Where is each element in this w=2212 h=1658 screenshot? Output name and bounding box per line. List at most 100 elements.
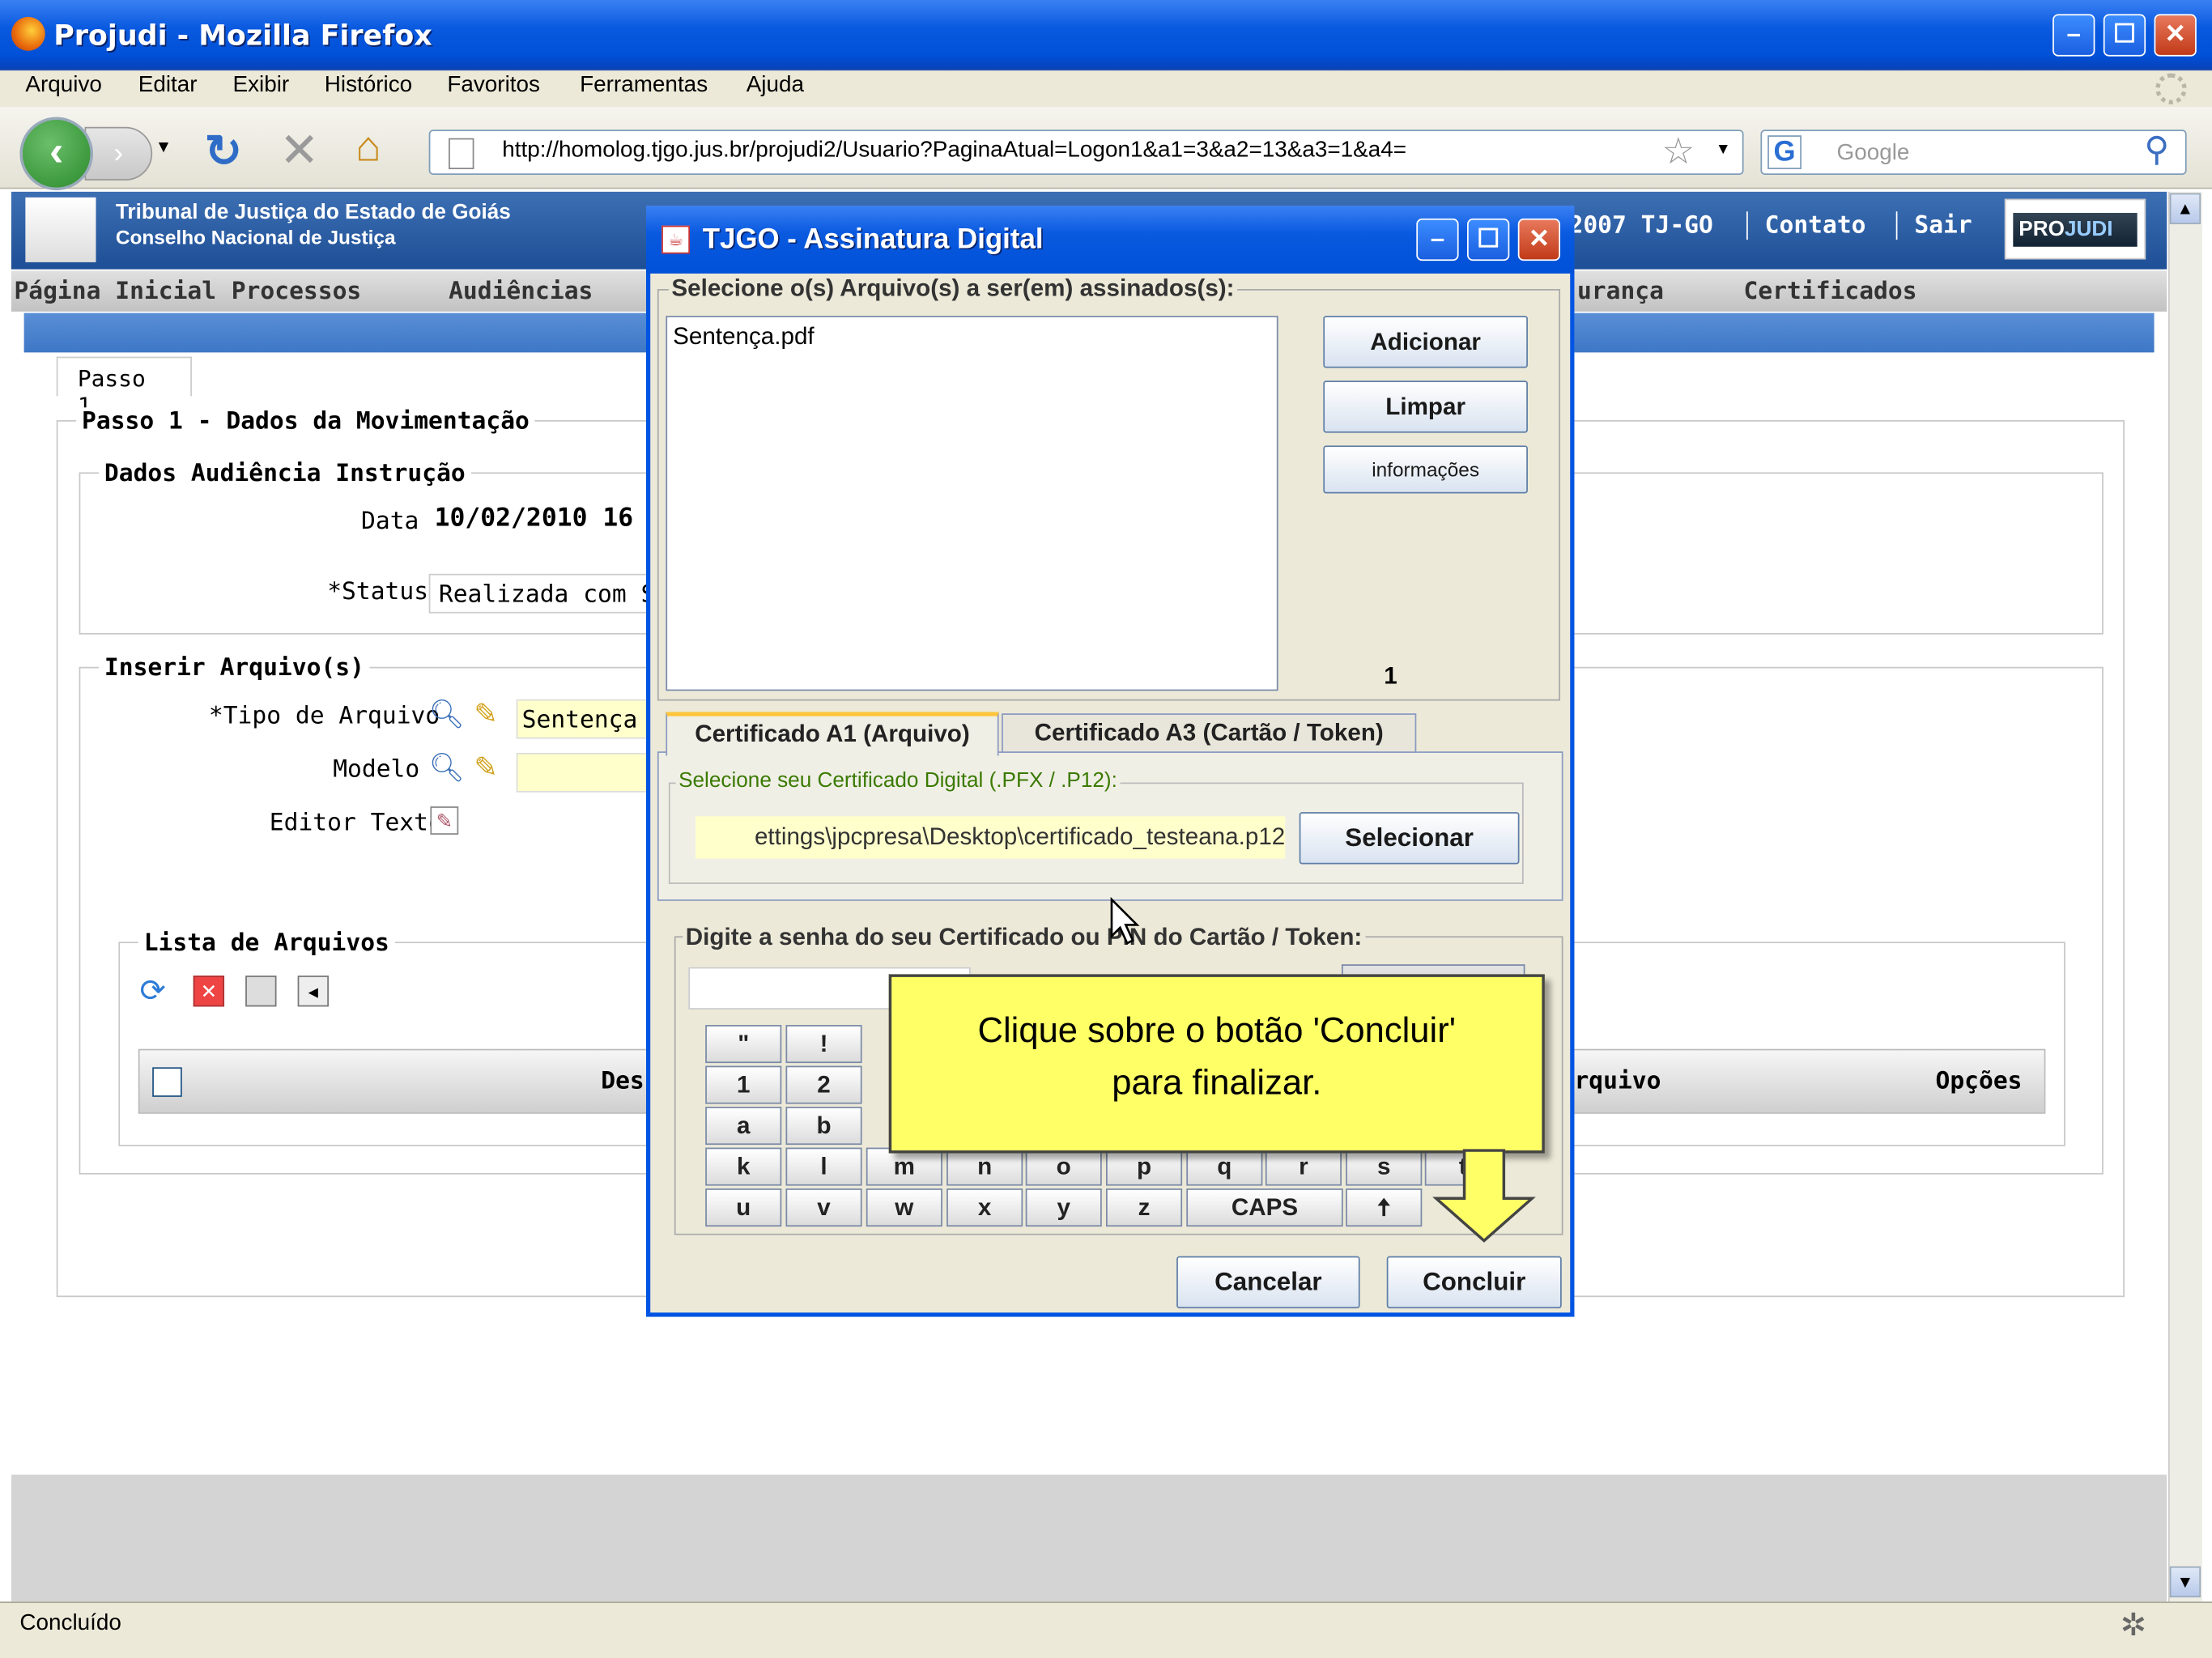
shift-key[interactable]: 🠅 xyxy=(1346,1188,1423,1227)
key[interactable]: a xyxy=(705,1107,782,1146)
key[interactable]: l xyxy=(785,1147,862,1186)
data-label: Data xyxy=(361,507,419,536)
search-input[interactable] xyxy=(1760,130,2187,175)
close-icon[interactable]: ✕ xyxy=(2154,14,2197,57)
menu-ajuda[interactable]: Ajuda xyxy=(747,74,804,99)
copyright: 2007 TJ-GO xyxy=(1568,211,1713,240)
tooltip-arrow-icon xyxy=(1432,1149,1536,1243)
modelo-input[interactable] xyxy=(516,752,652,793)
scroll-up-icon[interactable]: ▲ xyxy=(2169,193,2201,224)
key[interactable]: q xyxy=(1186,1147,1263,1186)
passo-legend: Passo 1 - Dados da Movimentação xyxy=(76,407,535,436)
nav-seguranca[interactable]: urança xyxy=(1577,278,1664,306)
tipo-input[interactable]: Sentença xyxy=(516,699,652,739)
refresh-icon[interactable]: ⟳ xyxy=(139,973,165,1010)
key[interactable]: n xyxy=(946,1147,1023,1186)
modelo-label: Modelo xyxy=(333,755,420,784)
reload-icon[interactable]: ↻ xyxy=(205,124,243,177)
key[interactable]: z xyxy=(1106,1188,1183,1227)
back-button[interactable]: ‹ xyxy=(19,117,93,191)
nav-processos[interactable]: Processos xyxy=(232,278,362,306)
tab-certificado-a1[interactable]: Certificado A1 (Arquivo) xyxy=(666,712,999,756)
delete-icon[interactable]: ✕ xyxy=(193,976,225,1007)
key[interactable]: b xyxy=(785,1107,862,1146)
page-icon xyxy=(449,138,474,169)
files-list[interactable] xyxy=(666,316,1278,691)
key[interactable]: 2 xyxy=(785,1065,862,1104)
menu-arquivo[interactable]: Arquivo xyxy=(25,74,102,99)
url-dropdown-icon[interactable]: ▼ xyxy=(1716,141,1731,158)
conselho-name: Conselho Nacional de Justiça xyxy=(115,225,396,249)
tab-certificado-a3[interactable]: Certificado A3 (Cartão / Token) xyxy=(1002,713,1417,753)
menu-historico[interactable]: Histórico xyxy=(325,74,412,99)
firefox-icon xyxy=(11,16,45,51)
concluir-button[interactable]: Concluir xyxy=(1386,1256,1562,1309)
search-icon[interactable]: 🔍︎ xyxy=(429,750,465,785)
dialog-close-icon[interactable]: ✕ xyxy=(1517,218,1561,261)
menu-ferramentas[interactable]: Ferramentas xyxy=(580,74,708,99)
status-select[interactable]: Realizada com Se xyxy=(428,573,655,614)
dialog-minimize-icon[interactable]: – xyxy=(1416,218,1459,261)
bookmark-star-icon[interactable]: ☆ xyxy=(1661,130,1695,173)
select-all-checkbox[interactable] xyxy=(152,1067,182,1097)
minimize-icon[interactable]: – xyxy=(2052,14,2095,57)
key[interactable]: v xyxy=(785,1188,862,1227)
selecionar-button[interactable]: Selecionar xyxy=(1299,812,1520,865)
insert-icon[interactable]: ◂ xyxy=(297,976,329,1007)
editor-label: Editor Texto xyxy=(269,809,443,838)
logo-pro: PRO xyxy=(2018,217,2065,241)
nav-audiencias[interactable]: Audiências xyxy=(449,278,593,306)
broom-icon[interactable]: ✎ xyxy=(474,696,497,732)
search-icon[interactable]: ⚲ xyxy=(2144,130,2169,171)
dialog-title: TJGO - Assinatura Digital xyxy=(702,223,1044,256)
caps-key[interactable]: CAPS xyxy=(1186,1188,1343,1227)
key[interactable]: o xyxy=(1025,1147,1102,1186)
key[interactable]: k xyxy=(705,1147,782,1186)
contato-link[interactable]: Contato xyxy=(1746,211,1866,240)
google-engine-icon[interactable]: G xyxy=(1767,135,1802,169)
logo-judi: JUDI xyxy=(2064,217,2113,241)
maximize-icon[interactable]: ☐ xyxy=(2103,14,2146,57)
home-icon[interactable]: ⌂ xyxy=(355,124,381,172)
edit-icon[interactable]: ✎ xyxy=(430,806,459,835)
certificate-path-input[interactable]: ettings\jpcpresa\Desktop\certificado_tes… xyxy=(695,816,1286,859)
search-placeholder: Google xyxy=(1836,141,1910,165)
key[interactable]: 1 xyxy=(705,1065,782,1104)
key[interactable]: m xyxy=(866,1147,942,1186)
tab-passo-1[interactable]: Passo 1 xyxy=(56,356,192,419)
key[interactable]: ! xyxy=(785,1025,862,1064)
key[interactable]: y xyxy=(1025,1188,1102,1227)
nav-pagina-inicial[interactable]: Página Inicial xyxy=(14,278,216,306)
search-icon[interactable]: 🔍︎ xyxy=(429,696,465,732)
lista-legend: Lista de Arquivos xyxy=(138,929,395,958)
informacoes-button[interactable]: informações xyxy=(1323,445,1528,494)
status-label: *Status xyxy=(327,578,429,606)
data-value: 10/02/2010 16 xyxy=(434,503,634,534)
key[interactable]: " xyxy=(705,1025,782,1064)
key[interactable]: w xyxy=(866,1188,942,1227)
key[interactable]: r xyxy=(1265,1147,1342,1186)
adicionar-button[interactable]: Adicionar xyxy=(1323,316,1528,368)
tribunal-name: Tribunal de Justiça do Estado de Goiás xyxy=(115,200,511,224)
broom-icon[interactable]: ✎ xyxy=(474,750,497,785)
dialog-maximize-icon[interactable]: ☐ xyxy=(1467,218,1510,261)
key[interactable]: x xyxy=(946,1188,1023,1227)
menu-exibir[interactable]: Exibir xyxy=(232,74,289,99)
history-dropdown-icon[interactable]: ▼ xyxy=(155,137,172,156)
key[interactable]: u xyxy=(705,1188,782,1227)
stop-icon[interactable]: ✕ xyxy=(279,123,320,180)
cancelar-button[interactable]: Cancelar xyxy=(1176,1256,1360,1309)
key[interactable]: s xyxy=(1346,1147,1423,1186)
nav-certificados[interactable]: Certificados xyxy=(1744,278,1917,306)
vertical-scrollbar[interactable] xyxy=(2167,191,2202,1602)
forward-button[interactable]: › xyxy=(84,126,153,181)
sair-link[interactable]: Sair xyxy=(1895,211,1972,240)
menu-favoritos[interactable]: Favoritos xyxy=(447,74,540,99)
remove-item-icon[interactable] xyxy=(245,976,277,1007)
limpar-button[interactable]: Limpar xyxy=(1323,380,1528,433)
menu-editar[interactable]: Editar xyxy=(138,74,198,99)
url-text[interactable]: http://homolog.tjgo.jus.br/projudi2/Usua… xyxy=(502,138,1406,164)
key[interactable]: p xyxy=(1106,1147,1183,1186)
file-item[interactable]: Sentença.pdf xyxy=(673,323,815,351)
scroll-down-icon[interactable]: ▼ xyxy=(2169,1566,2201,1598)
